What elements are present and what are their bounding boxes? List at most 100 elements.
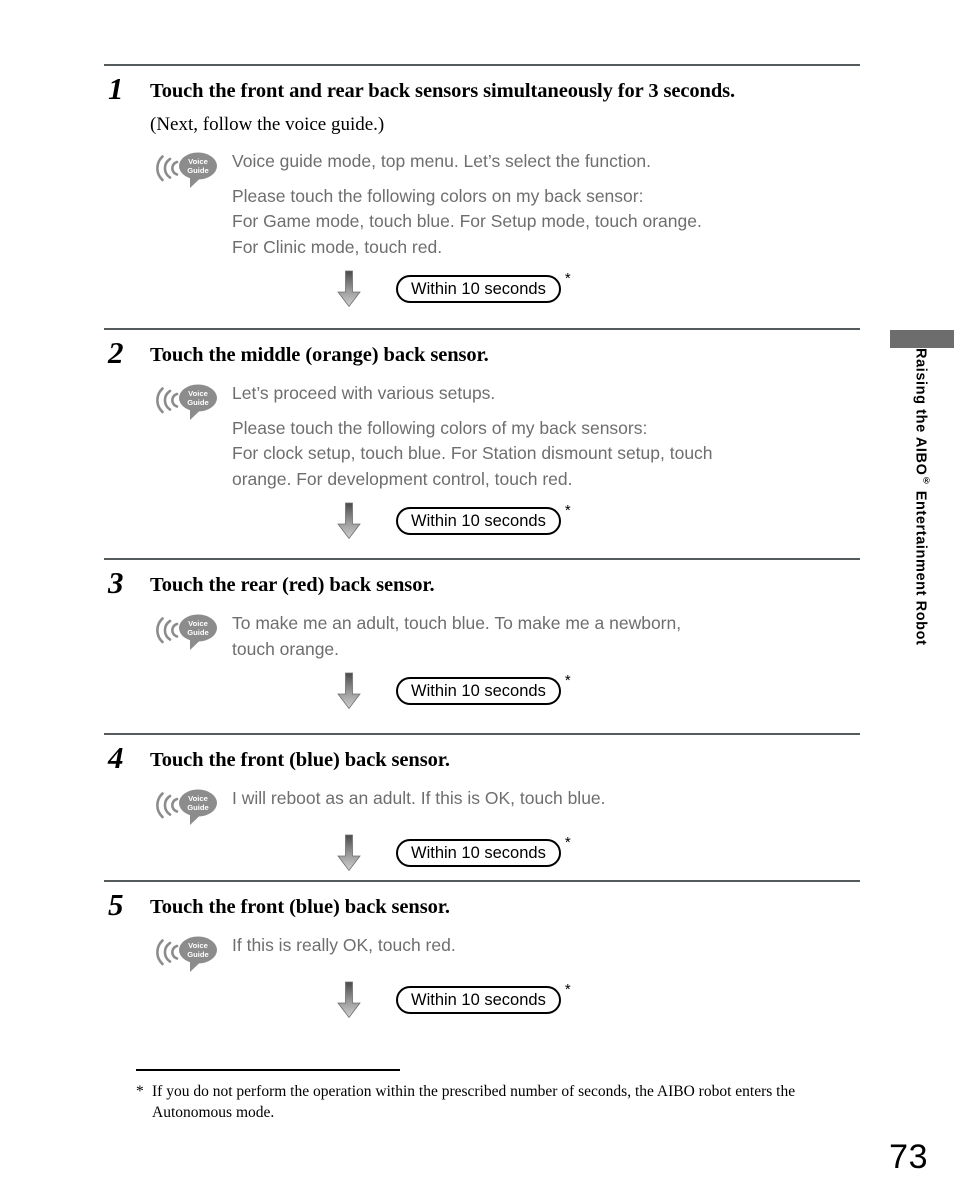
footnote: * If you do not perform the operation wi… <box>136 1081 856 1123</box>
voice-guide-line: touch orange. <box>232 638 340 659</box>
voice-guide-line: Let’s proceed with various setups. <box>232 383 496 403</box>
page-number: 73 <box>889 1138 928 1176</box>
voice-guide-icon-wrap: Voice Guide <box>150 381 232 420</box>
timer-footnote-marker: * <box>564 672 571 689</box>
timer-badge: Within 10 seconds <box>396 507 561 535</box>
step-number: 1 <box>108 71 124 106</box>
timer-badge: Within 10 seconds <box>396 677 561 705</box>
down-arrow-wrap <box>336 502 362 540</box>
step-5: 5 Touch the front (blue) back sensor. Vo… <box>104 880 860 1019</box>
voice-guide-block: Voice Guide I will reboot as an adult. I… <box>150 775 860 825</box>
step-number: 2 <box>108 335 124 370</box>
step-title: Touch the front and rear back sensors si… <box>150 80 736 102</box>
step-4: 4 Touch the front (blue) back sensor. Vo… <box>104 733 860 872</box>
step-number: 5 <box>108 887 124 922</box>
svg-text:Guide: Guide <box>187 166 209 175</box>
voice-guide-line: Please touch the following colors on my … <box>232 185 644 206</box>
timer-badge: Within 10 seconds <box>396 839 561 867</box>
section-tab-label: Raising the AIBO® Entertainment Robot <box>890 348 954 708</box>
step-title: Touch the rear (red) back sensor. <box>150 574 435 596</box>
step-title: Touch the middle (orange) back sensor. <box>150 344 489 366</box>
step-3: 3 Touch the rear (red) back sensor. Voic… <box>104 558 860 710</box>
timer-flow: Within 10 seconds * <box>150 824 860 872</box>
step-heading: 4 Touch the front (blue) back sensor. <box>104 735 860 775</box>
timer-flow: Within 10 seconds * <box>150 662 860 710</box>
timer-flow: Within 10 seconds * <box>150 492 860 540</box>
svg-text:Voice: Voice <box>188 794 208 803</box>
section-tab-marker <box>890 330 954 348</box>
footnote-mark: * <box>136 1083 144 1100</box>
down-arrow-wrap <box>336 981 362 1019</box>
footnote-separator <box>136 1069 400 1071</box>
timer-footnote-marker: * <box>564 270 571 287</box>
voice-guide-icon: Voice Guide <box>156 789 217 825</box>
svg-text:Guide: Guide <box>187 803 209 812</box>
registered-trademark-icon: ® <box>921 475 932 487</box>
voice-guide-block: Voice Guide Voice guide mode, top menu. … <box>150 138 860 260</box>
svg-text:Voice: Voice <box>188 389 208 398</box>
timer-badge: Within 10 seconds <box>396 986 561 1014</box>
voice-guide-line: For Game mode, touch blue. For Setup mod… <box>232 211 702 231</box>
voice-guide-line: I will reboot as an adult. If this is OK… <box>232 788 606 808</box>
timer-flow: Within 10 seconds * <box>150 971 860 1019</box>
voice-guide-icon: Voice Guide <box>156 614 217 650</box>
svg-text:Voice: Voice <box>188 619 208 628</box>
voice-guide-text: To make me an adult, touch blue. To make… <box>232 610 681 662</box>
voice-guide-text: Voice guide mode, top menu. Let’s select… <box>232 148 702 260</box>
footnote-text: If you do not perform the operation with… <box>152 1083 796 1121</box>
down-arrow-icon <box>337 502 361 540</box>
voice-guide-line: orange. For development control, touch r… <box>232 468 573 489</box>
voice-guide-text: I will reboot as an adult. If this is OK… <box>232 785 606 812</box>
down-arrow-wrap <box>336 672 362 710</box>
voice-guide-icon: Voice Guide <box>156 936 217 972</box>
timer-flow: Within 10 seconds * <box>150 260 860 308</box>
voice-guide-icon: Voice Guide <box>156 152 217 188</box>
voice-guide-block: Voice Guide To make me an adult, touch b… <box>150 600 860 662</box>
down-arrow-wrap <box>336 270 362 308</box>
voice-guide-text: Let’s proceed with various setups. Pleas… <box>232 380 713 492</box>
svg-text:Guide: Guide <box>187 628 209 637</box>
down-arrow-wrap <box>336 834 362 872</box>
timer-footnote-marker: * <box>564 502 571 519</box>
section-tab-label-rest: Entertainment Robot <box>912 486 929 646</box>
voice-guide-line: Please touch the following colors of my … <box>232 417 648 438</box>
svg-text:Voice: Voice <box>188 157 208 166</box>
voice-guide-icon-wrap: Voice Guide <box>150 933 232 972</box>
step-number: 3 <box>108 565 124 600</box>
step-2: 2 Touch the middle (orange) back sensor.… <box>104 328 860 540</box>
section-tab-label-main: Raising the AIBO <box>912 348 929 476</box>
voice-guide-line: To make me an adult, touch blue. To make… <box>232 613 682 633</box>
voice-guide-line: If this is really OK, touch red. <box>232 935 456 955</box>
step-subtitle: (Next, follow the voice guide.) <box>150 114 385 135</box>
step-heading: 2 Touch the middle (orange) back sensor. <box>104 330 860 370</box>
down-arrow-icon <box>337 672 361 710</box>
step-1: 1 Touch the front and rear back sensors … <box>104 64 860 308</box>
voice-guide-text: If this is really OK, touch red. <box>232 932 456 959</box>
voice-guide-block: Voice Guide Let’s proceed with various s… <box>150 370 860 492</box>
voice-guide-line: For clock setup, touch blue. For Station… <box>232 443 713 463</box>
voice-guide-icon-wrap: Voice Guide <box>150 611 232 650</box>
timer-badge: Within 10 seconds <box>396 275 561 303</box>
step-number: 4 <box>108 740 124 775</box>
down-arrow-icon <box>337 834 361 872</box>
step-title: Touch the front (blue) back sensor. <box>150 749 450 771</box>
voice-guide-icon: Voice Guide <box>156 384 217 420</box>
down-arrow-icon <box>337 981 361 1019</box>
voice-guide-line: Voice guide mode, top menu. Let’s select… <box>232 151 651 171</box>
svg-text:Voice: Voice <box>188 941 208 950</box>
voice-guide-icon-wrap: Voice Guide <box>150 786 232 825</box>
timer-footnote-marker: * <box>564 981 571 998</box>
voice-line-gap <box>232 407 713 416</box>
svg-text:Guide: Guide <box>187 950 209 959</box>
voice-guide-line: For Clinic mode, touch red. <box>232 236 443 257</box>
step-heading: 3 Touch the rear (red) back sensor. <box>104 560 860 600</box>
voice-line-gap <box>232 175 702 184</box>
voice-guide-icon-wrap: Voice Guide <box>150 149 232 188</box>
step-title: Touch the front (blue) back sensor. <box>150 896 450 918</box>
step-heading: 1 Touch the front and rear back sensors … <box>104 66 860 106</box>
down-arrow-icon <box>337 270 361 308</box>
manual-page: Raising the AIBO® Entertainment Robot 1 … <box>0 0 954 1195</box>
svg-text:Guide: Guide <box>187 398 209 407</box>
timer-footnote-marker: * <box>564 834 571 851</box>
step-heading: 5 Touch the front (blue) back sensor. <box>104 882 860 922</box>
